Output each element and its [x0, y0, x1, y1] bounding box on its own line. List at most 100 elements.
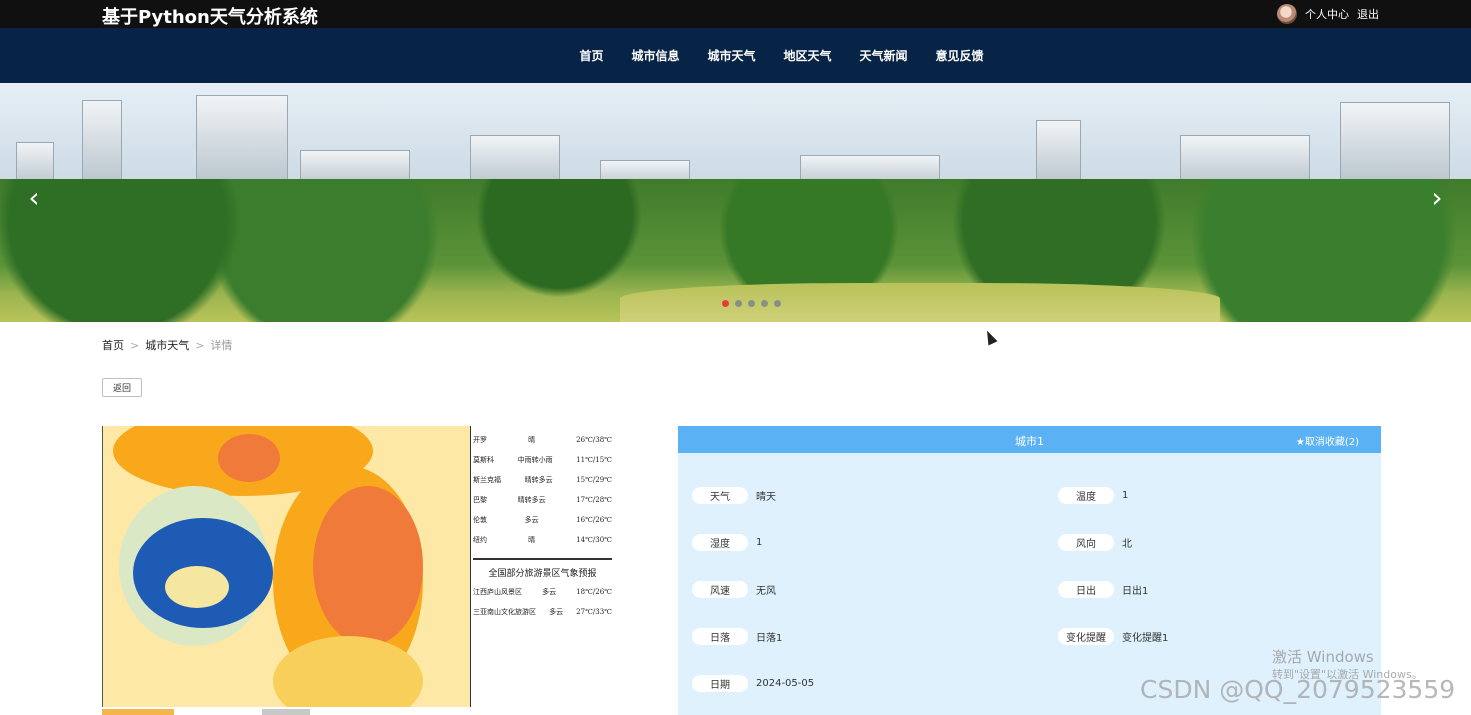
weather-text: 晴 — [528, 436, 536, 444]
field-value: 日出1 — [1122, 586, 1149, 597]
city-name: 莫斯科 — [473, 456, 494, 464]
site-title: 基于Python天气分析系统 — [102, 7, 318, 28]
carousel-dot[interactable] — [774, 300, 781, 307]
field-value: 2024-05-05 — [756, 678, 815, 689]
user-center-link[interactable]: 个人中心 — [1305, 6, 1349, 22]
breadcrumb-separator: > — [195, 338, 205, 352]
field-value: 1 — [756, 537, 763, 548]
city-name: 斯兰克福 — [473, 476, 501, 484]
nav-item-region-weather[interactable]: 地区天气 — [784, 47, 832, 64]
field-date: 日期 2024-05-05 — [692, 675, 814, 692]
temp-range: 17℃/28℃ — [576, 496, 612, 504]
temp-range: 18℃/26℃ — [576, 588, 612, 596]
table-row: 斯兰克福 晴转多云 15℃/29℃ — [473, 470, 612, 490]
building — [1340, 102, 1450, 190]
carousel-dots — [722, 300, 781, 307]
user-area: 个人中心 退出 — [1277, 4, 1379, 24]
map-region — [313, 486, 423, 646]
weather-text: 晴转多云 — [524, 476, 553, 484]
carousel-dot[interactable] — [761, 300, 768, 307]
nav-item-home[interactable]: 首页 — [579, 47, 603, 64]
csdn-watermark: CSDN @QQ_2079523559 — [1140, 675, 1456, 704]
breadcrumb: 首页 > 城市天气 > 详情 — [102, 337, 232, 353]
table-row: 莫斯科 中雨转小雨 11℃/15℃ — [473, 450, 612, 470]
carousel-dot[interactable] — [735, 300, 742, 307]
temp-range: 27℃/33℃ — [576, 608, 612, 616]
weather-text: 多云 — [524, 516, 539, 524]
windows-activation-watermark: 激活 Windows — [1272, 648, 1374, 666]
chevron-right-icon[interactable]: › — [1425, 183, 1449, 213]
breadcrumb-separator: > — [130, 338, 140, 352]
city-name: 巴黎 — [473, 496, 487, 504]
field-change-alert: 变化提醒 变化提醒1 — [1058, 628, 1168, 645]
detail-header: 城市1 ★取消收藏(2) — [678, 426, 1381, 453]
field-value: 晴天 — [756, 492, 776, 503]
field-sunset: 日落 日落1 — [692, 628, 782, 645]
chevron-left-icon[interactable]: ‹ — [22, 183, 46, 213]
city-name: 纽约 — [473, 536, 487, 544]
field-label: 温度 — [1058, 487, 1114, 504]
weather-map-image: 开罗 晴 26℃/38℃ 莫斯科 中雨转小雨 11℃/15℃ 斯兰克福 晴转多云… — [102, 426, 614, 707]
city-title: 城市1 — [1015, 435, 1044, 448]
field-label: 日期 — [692, 675, 748, 692]
scenic-name: 三亚南山文化旅游区 — [473, 608, 536, 616]
temp-range: 16℃/26℃ — [576, 516, 612, 524]
field-value: 变化提醒1 — [1122, 633, 1169, 644]
scenic-forecast-title: 全国部分旅游景区气象预报 — [473, 558, 612, 582]
weather-text: 中雨转小雨 — [517, 456, 553, 464]
banner-carousel[interactable]: ‹ › — [0, 83, 1471, 322]
field-label: 湿度 — [692, 534, 748, 551]
weather-text: 晴 — [528, 536, 536, 544]
nav-item-city-weather[interactable]: 城市天气 — [707, 47, 755, 64]
temp-range: 14℃/30℃ — [576, 536, 612, 544]
unfavorite-button[interactable]: ★取消收藏(2) — [1296, 433, 1359, 448]
field-label: 风向 — [1058, 534, 1114, 551]
breadcrumb-city-weather[interactable]: 城市天气 — [145, 337, 189, 353]
main-nav: 首页 城市信息 城市天气 地区天气 天气新闻 意见反馈 — [0, 28, 1471, 83]
weather-text: 晴转多云 — [517, 496, 546, 504]
field-value: 日落1 — [756, 633, 783, 644]
breadcrumb-home[interactable]: 首页 — [102, 337, 124, 353]
field-sunrise: 日出 日出1 — [1058, 581, 1148, 598]
table-row: 巴黎 晴转多云 17℃/28℃ — [473, 490, 612, 510]
logout-link[interactable]: 退出 — [1357, 6, 1379, 22]
world-weather-table: 开罗 晴 26℃/38℃ 莫斯科 中雨转小雨 11℃/15℃ 斯兰克福 晴转多云… — [470, 426, 614, 707]
field-wind-direction: 风向 北 — [1058, 534, 1132, 551]
table-row: 三亚南山文化旅游区 多云 27℃/33℃ — [473, 602, 612, 622]
mouse-cursor-icon — [982, 328, 998, 346]
carousel-dot[interactable] — [748, 300, 755, 307]
back-button[interactable]: 返回 — [102, 378, 142, 397]
weather-text: 多云 — [549, 608, 564, 616]
temp-range: 26℃/38℃ — [576, 436, 612, 444]
field-value: 无风 — [756, 586, 776, 597]
field-value: 1 — [1122, 490, 1129, 501]
table-row: 纽约 晴 14℃/30℃ — [473, 530, 612, 550]
field-label: 变化提醒 — [1058, 628, 1114, 645]
map-region — [218, 434, 280, 482]
nav-item-city-info[interactable]: 城市信息 — [631, 47, 679, 64]
breadcrumb-current: 详情 — [210, 339, 233, 352]
weather-text: 多云 — [542, 588, 557, 596]
avatar[interactable] — [1277, 4, 1297, 24]
field-label: 风速 — [692, 581, 748, 598]
building — [196, 95, 288, 190]
field-temperature: 温度 1 — [1058, 487, 1128, 504]
scenic-name: 江西庐山风景区 — [473, 588, 522, 596]
temp-range: 15℃/29℃ — [576, 476, 612, 484]
temp-range: 11℃/15℃ — [576, 456, 612, 464]
weather-map — [103, 426, 470, 707]
city-name: 开罗 — [473, 436, 487, 444]
lawn — [620, 283, 1220, 322]
field-label: 日落 — [692, 628, 748, 645]
nav-item-feedback[interactable]: 意见反馈 — [936, 47, 984, 64]
table-row: 江西庐山风景区 多云 18℃/26℃ — [473, 582, 612, 602]
table-row: 开罗 晴 26℃/38℃ — [473, 430, 612, 450]
field-weather: 天气 晴天 — [692, 487, 776, 504]
city-name: 伦敦 — [473, 516, 487, 524]
thumbnail-strip[interactable] — [102, 709, 502, 715]
building — [82, 100, 122, 190]
carousel-dot[interactable] — [722, 300, 729, 307]
top-bar: 基于Python天气分析系统 个人中心 退出 — [0, 0, 1471, 28]
field-wind-speed: 风速 无风 — [692, 581, 776, 598]
nav-item-weather-news[interactable]: 天气新闻 — [860, 47, 908, 64]
